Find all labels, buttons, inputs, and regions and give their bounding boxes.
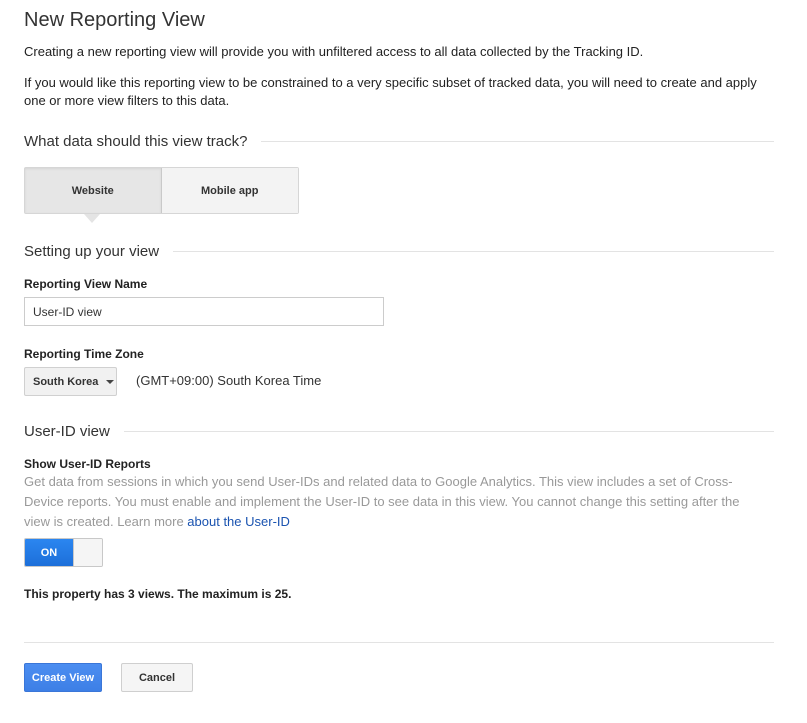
time-zone-value: (GMT+09:00) South Korea Time (136, 373, 322, 388)
page-title: New Reporting View (24, 9, 205, 31)
track-type-selector: Website Mobile app (24, 167, 299, 214)
userid-reports-label: Show User-ID Reports (24, 457, 151, 471)
cancel-button[interactable]: Cancel (121, 663, 193, 692)
setup-section-title: Setting up your view (24, 242, 160, 260)
filter-note-text: If you would like this reporting view to… (24, 75, 757, 108)
view-name-label: Reporting View Name (24, 277, 148, 291)
section-divider (123, 430, 774, 432)
about-userid-link[interactable]: about the User-ID (187, 514, 290, 529)
section-divider (173, 250, 774, 252)
track-section-title: What data should this view track? (24, 132, 248, 150)
website-option[interactable]: Website (25, 168, 162, 213)
userid-reports-toggle[interactable]: ON (24, 538, 103, 567)
toggle-knob (73, 539, 102, 566)
track-section-header: What data should this view track? (24, 131, 774, 151)
userid-section-title: User-ID view (24, 422, 110, 440)
chevron-down-icon (106, 379, 115, 384)
views-count-note: This property has 3 views. The maximum i… (24, 587, 292, 601)
mobile-app-option[interactable]: Mobile app (161, 168, 298, 213)
selected-caret-icon (84, 214, 100, 223)
time-zone-label: Reporting Time Zone (24, 347, 144, 361)
time-zone-country-value: South Korea (33, 375, 99, 388)
userid-section-header: User-ID view (24, 421, 774, 441)
intro-text: Creating a new reporting view will provi… (24, 44, 644, 59)
time-zone-country-dropdown[interactable]: South Korea (24, 367, 117, 396)
create-view-button[interactable]: Create View (24, 663, 102, 692)
userid-description: Get data from sessions in which you send… (24, 472, 764, 532)
setup-section-header: Setting up your view (24, 241, 774, 261)
footer-divider (24, 642, 774, 643)
toggle-on-label: ON (25, 539, 73, 566)
view-name-input[interactable] (24, 297, 384, 326)
userid-description-text: Get data from sessions in which you send… (24, 474, 740, 529)
section-divider (261, 140, 774, 142)
